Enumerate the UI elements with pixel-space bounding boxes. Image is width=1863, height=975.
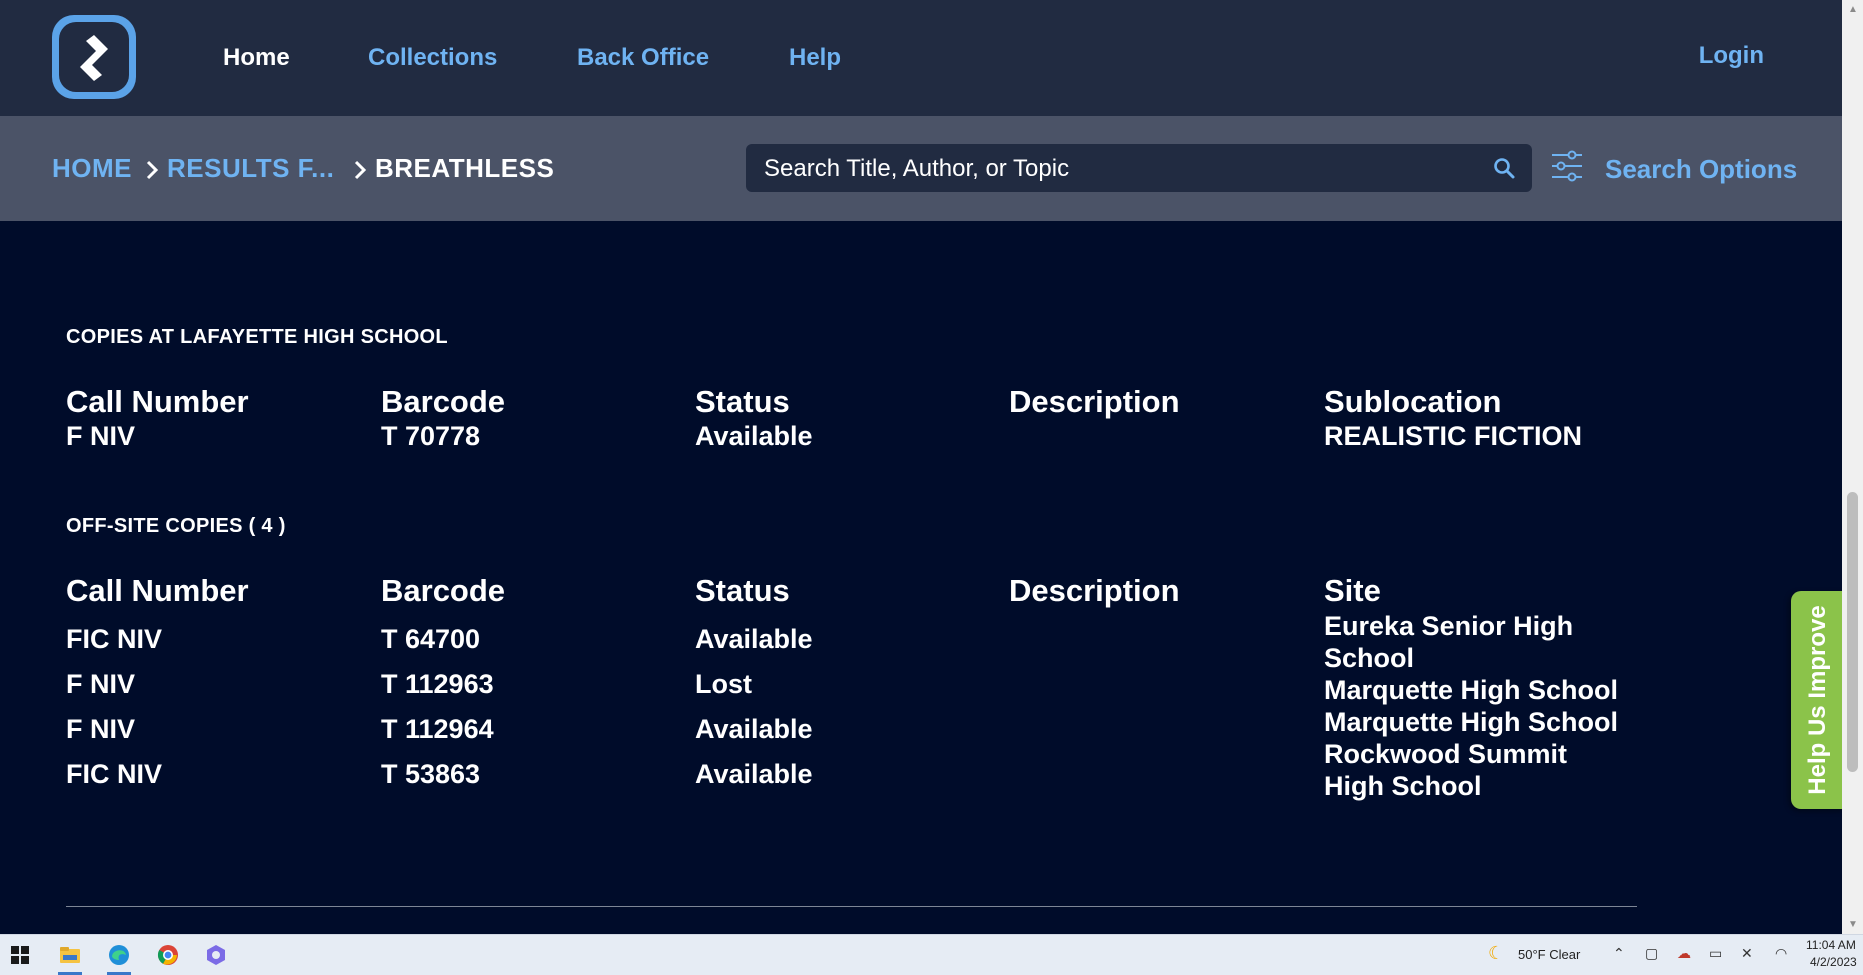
scrollbar[interactable]: ▲ ▼ [1842, 0, 1863, 934]
col-barcode: Barcode [381, 573, 506, 608]
sublocation: REALISTIC FICTION [1324, 421, 1582, 451]
col-site: Site [1324, 573, 1381, 608]
barcode: T 53863 [381, 759, 481, 789]
offsite-copies-heading: OFF-SITE COPIES ( 4 ) [66, 515, 286, 537]
scroll-down-icon[interactable]: ▼ [1848, 919, 1858, 930]
status: Available [695, 714, 813, 744]
status: Available [695, 421, 813, 451]
help-tab-label: Help Us Improve [1804, 605, 1831, 795]
clock-time[interactable]: 11:04 AM [1806, 938, 1856, 952]
barcode: T 70778 [381, 421, 481, 451]
sliders-icon[interactable] [1550, 148, 1584, 184]
site-line: School [1324, 643, 1415, 673]
help-us-improve-tab[interactable]: Help Us Improve [1791, 591, 1845, 809]
search-icon[interactable] [1492, 156, 1516, 180]
divider [66, 906, 1637, 907]
windows-start-icon[interactable] [8, 943, 32, 967]
battery-icon[interactable]: ▭ [1709, 945, 1722, 962]
search-options-button[interactable]: Search Options [1605, 154, 1797, 185]
volume-muted-icon[interactable]: ✕ [1741, 945, 1753, 962]
logo-icon [80, 35, 108, 81]
col-barcode: Barcode [381, 384, 506, 419]
call-number: F NIV [66, 421, 136, 451]
meet-icon[interactable]: ▢ [1645, 945, 1658, 962]
app-icon[interactable] [204, 943, 228, 967]
top-nav: Home Collections Back Office Help Login [0, 0, 1842, 116]
breadcrumb-results[interactable]: RESULTS F... [167, 153, 334, 184]
col-call-number: Call Number [66, 573, 249, 608]
status: Lost [695, 669, 752, 699]
chevron-up-icon[interactable]: ⌃ [1613, 945, 1625, 962]
call-number: F NIV [66, 714, 136, 744]
site-line: Marquette High School [1324, 707, 1619, 737]
col-call-number: Call Number [66, 384, 249, 419]
clock-date[interactable]: 4/2/2023 [1810, 955, 1857, 969]
logo[interactable] [52, 15, 136, 99]
call-number: F NIV [66, 669, 136, 699]
col-description: Description [1009, 573, 1180, 608]
nav-collections[interactable]: Collections [368, 44, 497, 72]
breadcrumb-home[interactable]: HOME [52, 153, 132, 184]
site-line: Marquette High School [1324, 675, 1619, 705]
status: Available [695, 759, 813, 789]
chevron-right-icon [354, 160, 367, 180]
moon-weather-icon[interactable]: ☾ [1488, 943, 1504, 964]
site-line: Rockwood Summit [1324, 739, 1568, 769]
scrollbar-thumb[interactable] [1847, 492, 1858, 772]
col-sublocation: Sublocation [1324, 384, 1502, 419]
col-status: Status [695, 384, 790, 419]
nav-home[interactable]: Home [223, 44, 290, 72]
search-input[interactable] [762, 144, 1466, 194]
breadcrumb-current: BREATHLESS [375, 153, 555, 183]
scroll-up-icon[interactable]: ▲ [1848, 4, 1858, 15]
file-explorer-icon[interactable] [58, 943, 82, 967]
taskbar: ☾ 50°F Clear ⌃ ▢ ☁ ▭ ✕ ◠ 11:04 AM 4/2/20… [0, 934, 1863, 975]
nav-back-office[interactable]: Back Office [577, 44, 709, 72]
site-line: Eureka Senior High [1324, 611, 1574, 641]
barcode: T 112963 [381, 669, 494, 699]
barcode: T 112964 [381, 714, 494, 744]
nav-help[interactable]: Help [789, 44, 841, 72]
site-line: High School [1324, 771, 1482, 801]
local-copies-heading: COPIES AT LAFAYETTE HIGH SCHOOL [66, 326, 448, 348]
login-link[interactable]: Login [1699, 42, 1764, 70]
search-box [746, 144, 1532, 194]
weather-text[interactable]: 50°F Clear [1518, 947, 1580, 962]
col-status: Status [695, 573, 790, 608]
call-number: FIC NIV [66, 759, 163, 789]
status: Available [695, 624, 813, 654]
barcode: T 64700 [381, 624, 481, 654]
wifi-icon[interactable]: ◠ [1775, 945, 1787, 962]
edge-browser-icon[interactable] [107, 943, 131, 967]
col-description: Description [1009, 384, 1180, 419]
chrome-browser-icon[interactable] [156, 943, 180, 967]
chevron-right-icon [146, 160, 159, 180]
call-number: FIC NIV [66, 624, 163, 654]
onedrive-icon[interactable]: ☁ [1677, 945, 1691, 962]
